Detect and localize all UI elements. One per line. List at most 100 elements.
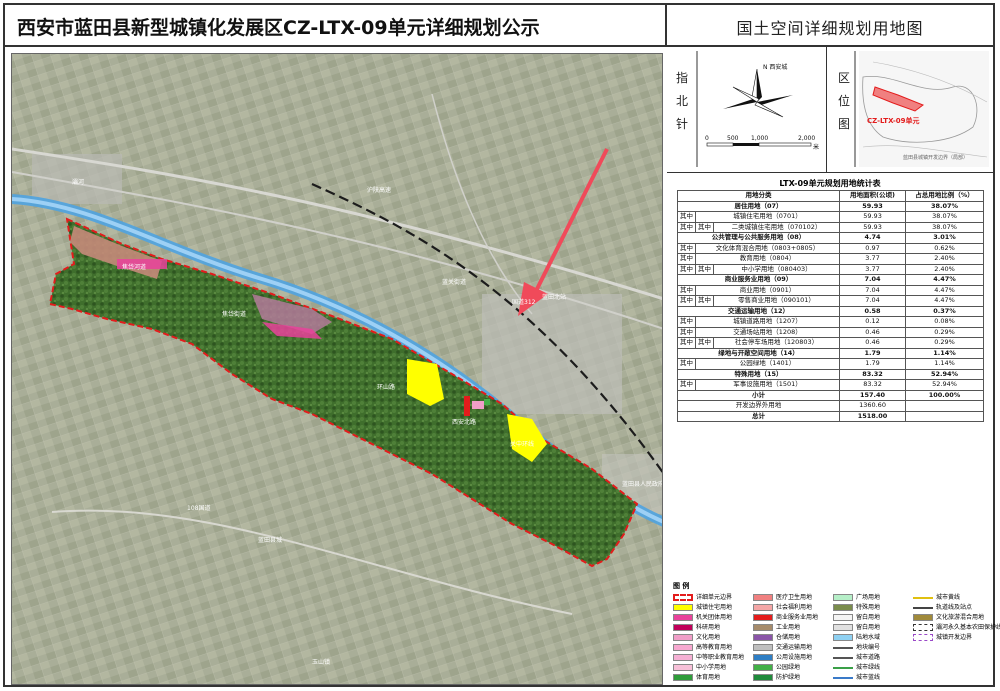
table-row: 其中 文化体育混合用地（0803+0805） 0.97 0.62% (677, 242, 985, 254)
table-cell-name: 社会停车场用地（120803） (712, 337, 841, 349)
table-row: 其中 其中 社会停车场用地（120803） 0.46 0.29% (677, 337, 985, 349)
legend-label: 城镇住宅用地 (696, 604, 733, 611)
statistics-table-title: LTX-09单元规划用地统计表 (779, 179, 881, 188)
table-cell-area: 4.74 (839, 232, 907, 244)
table-row: 其中 其中 二类城镇住宅用地（070102） 59.93 38.07% (677, 221, 985, 233)
table-cell-area: 1.79 (839, 358, 907, 370)
legend-label: 防护绿地 (776, 674, 801, 681)
park-parcel[interactable] (484, 399, 490, 405)
north-arrow-label-1: 指 (675, 71, 688, 85)
table-cell-area: 0.58 (839, 305, 907, 317)
table-header: 用地面积(公顷) (839, 190, 907, 202)
subtitle-bar: 国土空间详细规划用地图 (667, 5, 993, 47)
legend-swatch (753, 644, 773, 651)
legend-swatch (753, 634, 773, 641)
legend-swatch (673, 604, 693, 611)
table-cell-name: 开发边界外用地 (676, 400, 841, 412)
table-cell-name: 零售商业用地（090101） (712, 295, 841, 307)
north-arrow-label-2: 北 (675, 94, 688, 108)
legend-swatch (913, 614, 933, 621)
legend-swatch (673, 624, 693, 631)
legend-label: 灞河永久基本农田保护线 (936, 624, 1000, 631)
north-arrow-label-3: 针 (675, 117, 688, 131)
legend-label: 城市绿线 (856, 664, 881, 671)
legend-item: 机关团体用地 (673, 613, 732, 622)
urban-area (482, 294, 622, 414)
legend-swatch (753, 674, 773, 681)
legend-item: 城市蓝线 (833, 673, 880, 682)
legend-item: 陆地水域 (833, 633, 880, 642)
table-cell-pct: 4.47% (905, 284, 985, 296)
legend-label: 轨道线及站点 (936, 604, 973, 611)
table-cell-pct: 38.07% (905, 200, 985, 212)
table-cell-name: 交通运输用地（12） (676, 305, 841, 317)
school-parcel[interactable] (472, 401, 484, 409)
legend-label: 地块编号 (856, 644, 881, 651)
table-row: 总计 1518.00 (676, 410, 985, 422)
side-panel: 指 北 针 N 西安城 0 500 1,000 2,000 米 区 位 图 CZ… (667, 47, 1000, 687)
title-bar: 西安市蓝田县新型城镇化发展区CZ-LTX-09单元详细规划公示 (5, 5, 667, 47)
legend-swatch (753, 604, 773, 611)
table-row: 特殊用地（15） 83.32 52.94% (676, 368, 985, 380)
table-cell-pct: 2.40% (905, 253, 985, 265)
table-row: 其中 军事设施用地（1501） 83.32 52.94% (677, 379, 985, 391)
statistics-table-wrap: LTX-09单元规划用地统计表 用地分类 用地面积(公顷) 占总用地比例（%） … (676, 178, 985, 422)
table-row: 绿地与开敞空间用地（14） 1.79 1.14% (676, 347, 985, 359)
table-cell-pct: 1.14% (905, 358, 985, 370)
place-label: 玉山镇 (312, 658, 330, 666)
table-cell-sub: 其中 (695, 263, 714, 275)
table-cell-area: 1360.60 (839, 400, 907, 412)
place-label: 焦岱街道 (222, 310, 246, 318)
legend-label: 详细单元边界 (696, 594, 733, 601)
legend-swatch (673, 594, 693, 601)
legend-swatch (753, 664, 773, 671)
table-cell-area: 7.04 (839, 295, 907, 307)
table-row: 其中 交通场站用地（1208） 0.46 0.29% (677, 326, 985, 338)
legend-item: 商业服务业用地 (753, 613, 818, 622)
table-cell-name: 中小学用地（080403） (712, 263, 841, 275)
table-cell-area: 7.04 (839, 274, 907, 286)
table-cell-area: 83.32 (839, 379, 907, 391)
legend-label: 科研用地 (696, 624, 721, 631)
location-map: CZ-LTX-09单元 蓝田县城镇开发边界（局部） (854, 51, 989, 167)
legend-swatch (913, 596, 933, 599)
table-cell-sub: 其中 (695, 221, 714, 233)
table-cell-name: 小计 (676, 389, 841, 401)
table-cell-area: 1.79 (839, 347, 907, 359)
table-cell-area: 0.12 (839, 316, 907, 328)
location-caption: 蓝田县城镇开发边界（局部） (903, 154, 968, 161)
place-label: 西安北路 (452, 418, 476, 426)
legend-item: 广场用地 (833, 593, 880, 602)
table-cell-group: 其中 (677, 379, 696, 391)
scale-tick: 2,000 (798, 135, 815, 142)
table-row: 其中 其中 零售商业用地（090101） 7.04 4.47% (677, 295, 985, 307)
place-label: 环山路 (377, 383, 395, 391)
table-cell-name: 教育用地（0804） (694, 253, 841, 265)
table-cell-area: 0.97 (839, 242, 907, 254)
legend-item: 城镇住宅用地 (673, 603, 732, 612)
page-frame: 西安市蓝田县新型城镇化发展区CZ-LTX-09单元详细规划公示 国土空间详细规划… (3, 3, 1000, 687)
table-row: 交通运输用地（12） 0.58 0.37% (676, 305, 985, 317)
table-cell-pct: 52.94% (905, 379, 985, 391)
legend-item: 中等职业教育用地 (673, 653, 744, 662)
legend-label: 工业用地 (776, 624, 801, 631)
legend-swatch (833, 656, 853, 659)
table-cell-name: 商业服务业用地（09） (676, 274, 841, 286)
place-label: 沪陕高速 (367, 186, 391, 194)
legend-swatch (913, 606, 933, 609)
legend-swatch (833, 614, 853, 621)
table-cell-pct (905, 410, 985, 422)
legend-item: 防护绿地 (753, 673, 800, 682)
location-label-1: 区 (837, 71, 850, 85)
legend-label: 城市道路 (856, 654, 881, 661)
place-label: 关中环线 (510, 440, 534, 448)
statistics-table: 用地分类 用地面积(公顷) 占总用地比例（%） 居住用地（07） 59.93 38.… (676, 190, 985, 422)
satellite-map[interactable]: 焦岱河道 焦岱街道 环山路 西安北路 关中环线 蓝田县人民政府 沪陕高速 108… (11, 53, 663, 685)
table-cell-area: 7.04 (839, 284, 907, 296)
table-cell-sub: 其中 (695, 295, 714, 307)
scale-tick: 500 (727, 135, 739, 142)
commercial-parcel[interactable] (464, 396, 470, 416)
table-header: 占总用地比例（%） (905, 190, 985, 202)
legend-label: 陆地水域 (856, 634, 881, 641)
table-cell-pct: 38.07% (905, 211, 985, 223)
